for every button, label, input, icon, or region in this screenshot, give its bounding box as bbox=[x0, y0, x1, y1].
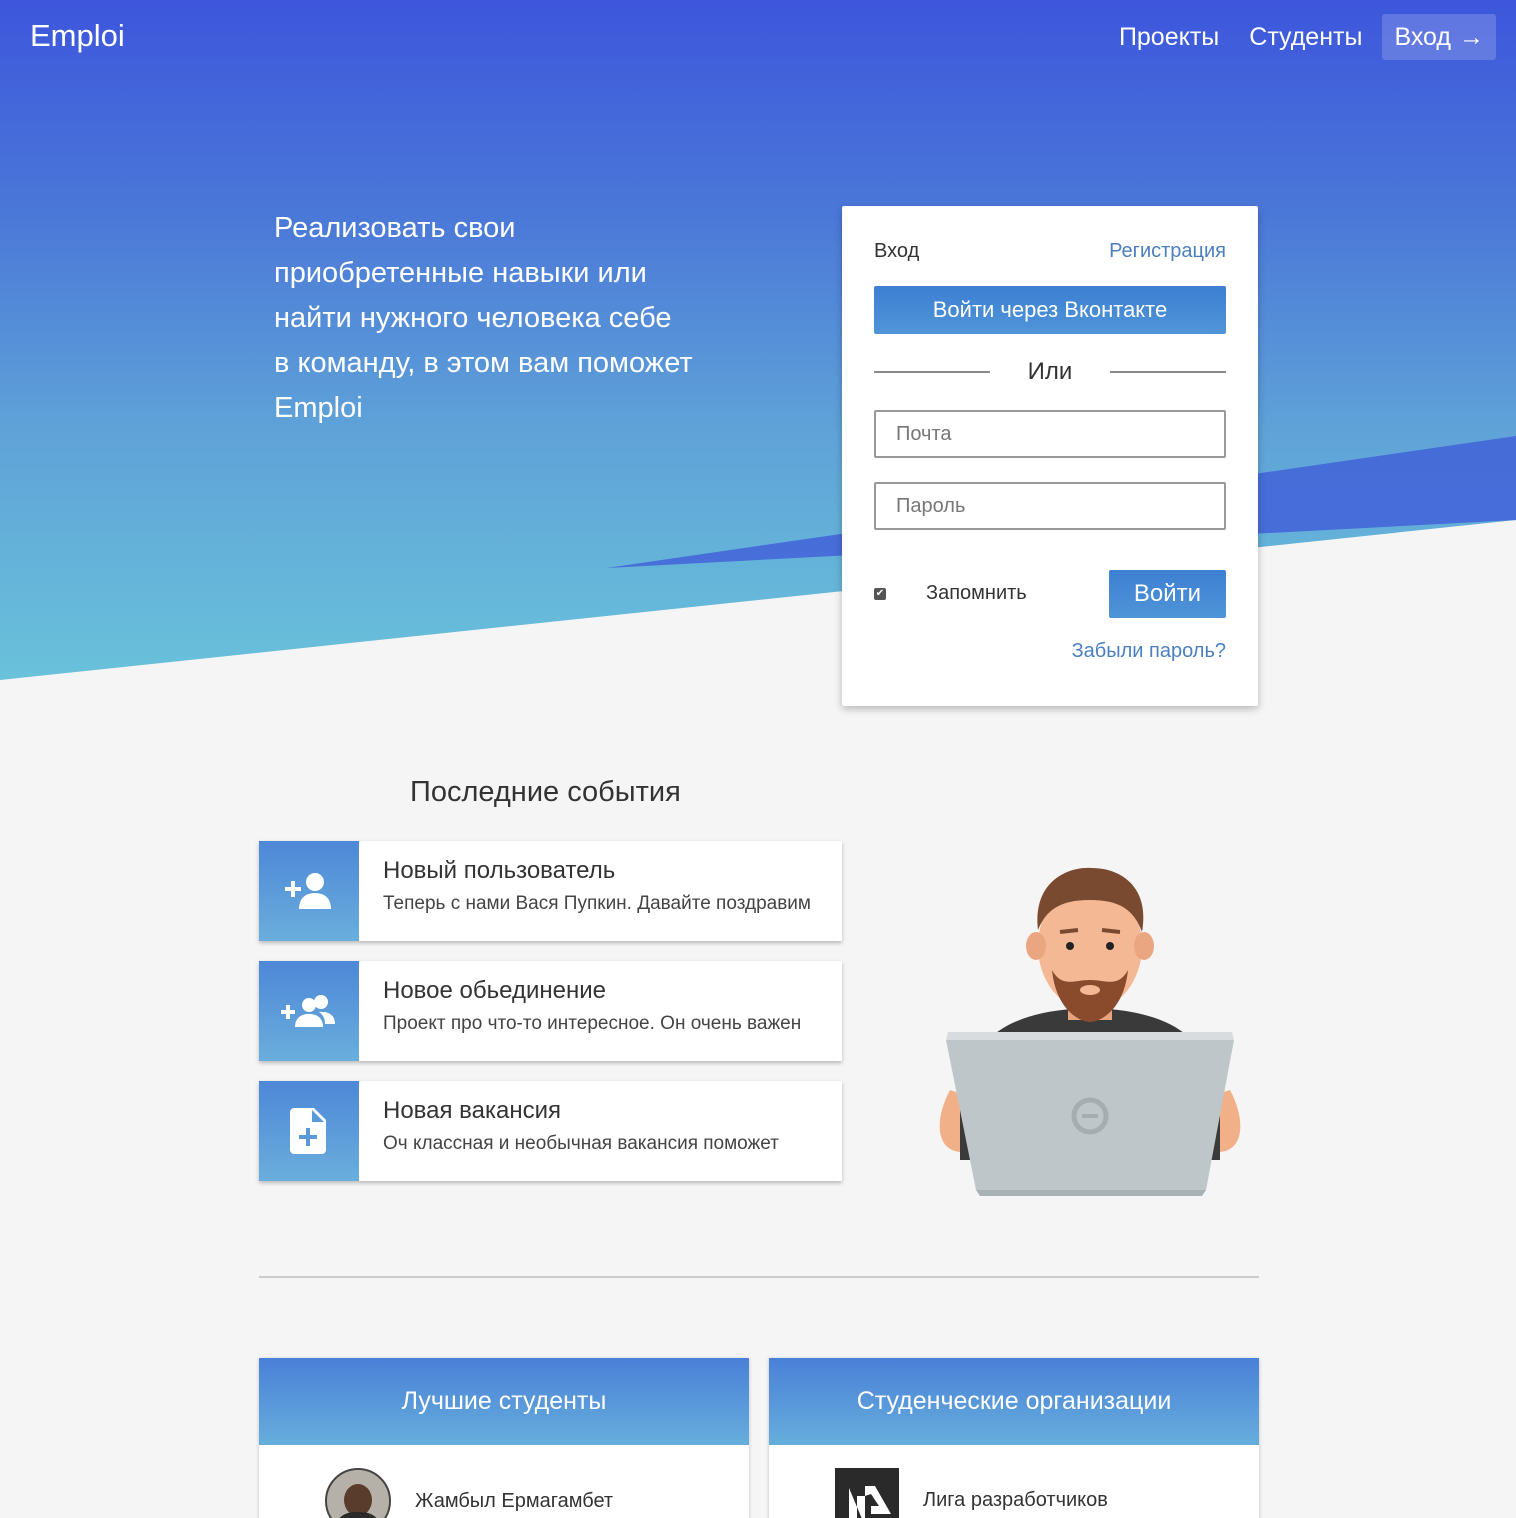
event-title: Новая вакансия bbox=[383, 1097, 562, 1124]
event-card[interactable]: Новый пользователь Теперь с нами Вася Пу… bbox=[259, 841, 842, 941]
event-text: Проект про что-то интересное. Он очень в… bbox=[383, 1013, 802, 1034]
add-group-icon bbox=[259, 961, 359, 1061]
event-text: Оч классная и необычная вакансия поможет bbox=[383, 1133, 779, 1154]
best-students-title: Лучшие студенты bbox=[259, 1358, 749, 1445]
top-nav: Проекты Студенты Вход → bbox=[1089, 14, 1496, 60]
nav-login-button[interactable]: Вход → bbox=[1382, 14, 1496, 60]
separator-line-left bbox=[874, 371, 990, 373]
page: Emploi Проекты Студенты Вход → Реализова… bbox=[0, 0, 1516, 1518]
register-link[interactable]: Регистрация bbox=[1109, 240, 1226, 263]
forgot-password-link[interactable]: Забыли пароль? bbox=[1072, 640, 1226, 663]
events-title: Последние события bbox=[410, 776, 681, 808]
login-submit-button[interactable]: Войти bbox=[1109, 570, 1226, 618]
or-separator: Или bbox=[874, 356, 1226, 388]
avatar bbox=[325, 1468, 391, 1518]
event-text: Теперь с нами Вася Пупкин. Давайте поздр… bbox=[383, 893, 811, 914]
event-card[interactable]: Новая вакансия Оч классная и необычная в… bbox=[259, 1081, 842, 1181]
brand-logo[interactable]: Emploi bbox=[30, 18, 125, 54]
vk-login-button[interactable]: Войти через Вконтакте bbox=[874, 286, 1226, 334]
separator-line-right bbox=[1109, 371, 1226, 373]
nav-link-students[interactable]: Студенты bbox=[1249, 14, 1362, 60]
student-name: Жамбыл Ермагамбет bbox=[415, 1489, 614, 1512]
hero-background bbox=[0, 0, 1516, 680]
arrow-right-icon: → bbox=[1459, 23, 1484, 51]
password-field[interactable] bbox=[874, 482, 1226, 530]
add-file-icon bbox=[259, 1081, 359, 1181]
login-card-header: Вход Регистрация bbox=[874, 240, 1226, 263]
login-title: Вход bbox=[874, 240, 920, 262]
organizations-card: Студенческие организации Лига разработчи… bbox=[769, 1358, 1259, 1518]
remember-row: ✔ Запомнить bbox=[874, 582, 1027, 605]
developer-illustration bbox=[920, 860, 1260, 1200]
add-user-icon bbox=[259, 841, 359, 941]
section-divider bbox=[259, 1276, 1259, 1278]
student-item[interactable]: Жамбыл Ермагамбет bbox=[325, 1468, 613, 1518]
organizations-title: Студенческие организации bbox=[769, 1358, 1259, 1445]
nav-login-label: Вход bbox=[1394, 23, 1451, 51]
nav-link-projects[interactable]: Проекты bbox=[1119, 14, 1219, 60]
organization-logo-icon bbox=[835, 1468, 899, 1518]
event-title: Новый пользователь bbox=[383, 857, 616, 884]
best-students-card: Лучшие студенты Жамбыл Ермагамбет bbox=[259, 1358, 749, 1518]
event-card[interactable]: Новое обьединение Проект про что-то инте… bbox=[259, 961, 842, 1061]
email-field[interactable] bbox=[874, 410, 1226, 458]
organization-item[interactable]: Лига разработчиков bbox=[835, 1468, 1108, 1518]
event-title: Новое обьединение bbox=[383, 977, 606, 1004]
remember-label[interactable]: Запомнить bbox=[926, 582, 1027, 605]
organization-name: Лига разработчиков bbox=[923, 1488, 1108, 1511]
or-label: Или bbox=[1027, 358, 1073, 385]
hero-tagline: Реализовать свои приобретенные навыки ил… bbox=[274, 212, 693, 424]
remember-checkbox[interactable]: ✔ bbox=[874, 587, 886, 600]
login-card: Вход Регистрация Войти через Вконтакте И… bbox=[842, 206, 1258, 706]
